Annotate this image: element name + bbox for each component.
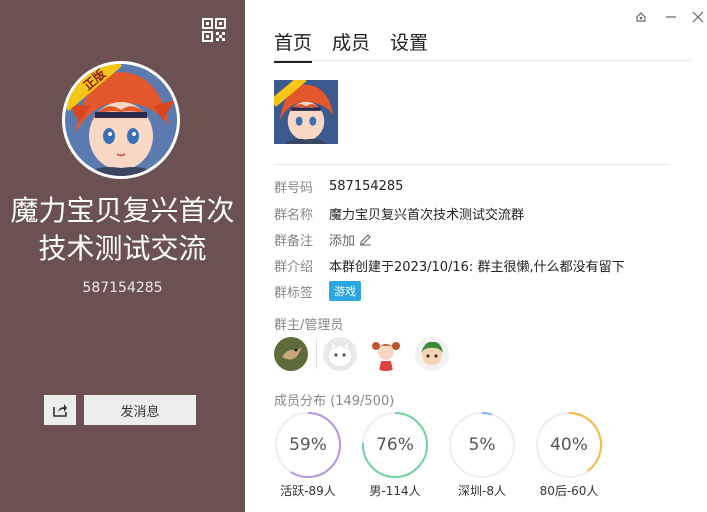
dist-region-label: 深圳-8人 (458, 484, 506, 498)
share-icon (53, 404, 67, 417)
add-remark-label: 添加 (329, 234, 356, 249)
admin-avatar-girl[interactable] (369, 337, 403, 371)
dist-age-percent: 40% (550, 435, 588, 455)
pencil-icon (360, 234, 372, 246)
info-row-tag: 群标签 游戏 (274, 281, 361, 301)
minimize-icon[interactable] (663, 9, 679, 25)
group-id-label: 587154285 (82, 280, 163, 296)
close-icon[interactable] (690, 9, 706, 25)
info-row-number: 群号码 587154285 (274, 177, 403, 196)
admins-list (274, 337, 461, 371)
dist-age[interactable]: 40% 80后-60人 (533, 410, 605, 499)
member-distribution-heading: 成员分布 (149/500) (274, 394, 395, 409)
admin-avatar-boy[interactable] (415, 337, 449, 371)
dist-active-label: 活跃-89人 (280, 484, 336, 498)
tag-badge-game[interactable]: 游戏 (329, 281, 361, 301)
admin-divider (316, 339, 317, 369)
section-divider (274, 164, 669, 165)
tab-members[interactable]: 成员 (332, 28, 370, 61)
add-remark-button[interactable]: 添加 (329, 230, 372, 249)
dist-age-label: 80后-60人 (539, 484, 599, 498)
group-profile-panel: 正版 魔力宝贝复兴首次技术测试交流 587154285 发消息 (0, 0, 245, 512)
send-message-button[interactable]: 发消息 (84, 395, 196, 425)
group-number-value: 587154285 (329, 179, 404, 194)
group-tag-key: 群标签 (274, 285, 314, 301)
info-row-intro: 群介绍 本群创建于2023/10/16: 群主很懒,什么都没有留下 (274, 256, 625, 275)
group-name-key: 群名称 (274, 208, 314, 223)
dist-region-percent: 5% (468, 435, 496, 455)
admins-heading: 群主/管理员 (274, 318, 344, 333)
dist-gender[interactable]: 76% 男-114人 (359, 410, 431, 499)
group-photo-thumbnail[interactable] (274, 80, 338, 144)
tab-settings[interactable]: 设置 (390, 28, 428, 61)
group-intro-key: 群介绍 (274, 260, 314, 275)
group-name-title: 魔力宝贝复兴首次技术测试交流 (10, 194, 235, 265)
dist-active[interactable]: 59% 活跃-89人 (272, 410, 344, 499)
pin-icon[interactable] (633, 9, 649, 25)
dist-region[interactable]: 5% 深圳-8人 (446, 410, 518, 499)
group-avatar[interactable]: 正版 (62, 61, 180, 179)
tab-divider (274, 60, 691, 61)
tab-bar: 首页 成员 设置 (274, 28, 428, 63)
info-row-name: 群名称 魔力宝贝复兴首次技术测试交流群 (274, 204, 524, 223)
group-name-value: 魔力宝贝复兴首次技术测试交流群 (329, 208, 525, 223)
dist-gender-label: 男-114人 (369, 484, 421, 498)
group-intro-value: 本群创建于2023/10/16: 群主很懒,什么都没有留下 (329, 260, 625, 275)
admin-avatar-cat[interactable] (323, 337, 357, 371)
group-photo-image (274, 80, 338, 144)
group-remark-key: 群备注 (274, 234, 314, 249)
group-avatar-image: 正版 (65, 64, 177, 176)
dist-gender-percent: 76% (376, 435, 414, 455)
share-button[interactable] (44, 395, 76, 425)
info-row-remark: 群备注 添加 (274, 230, 372, 249)
dist-active-percent: 59% (289, 435, 327, 455)
qr-code-icon[interactable] (202, 18, 226, 42)
tab-home[interactable]: 首页 (274, 28, 313, 63)
group-number-key: 群号码 (274, 181, 314, 196)
owner-avatar[interactable] (274, 337, 308, 371)
